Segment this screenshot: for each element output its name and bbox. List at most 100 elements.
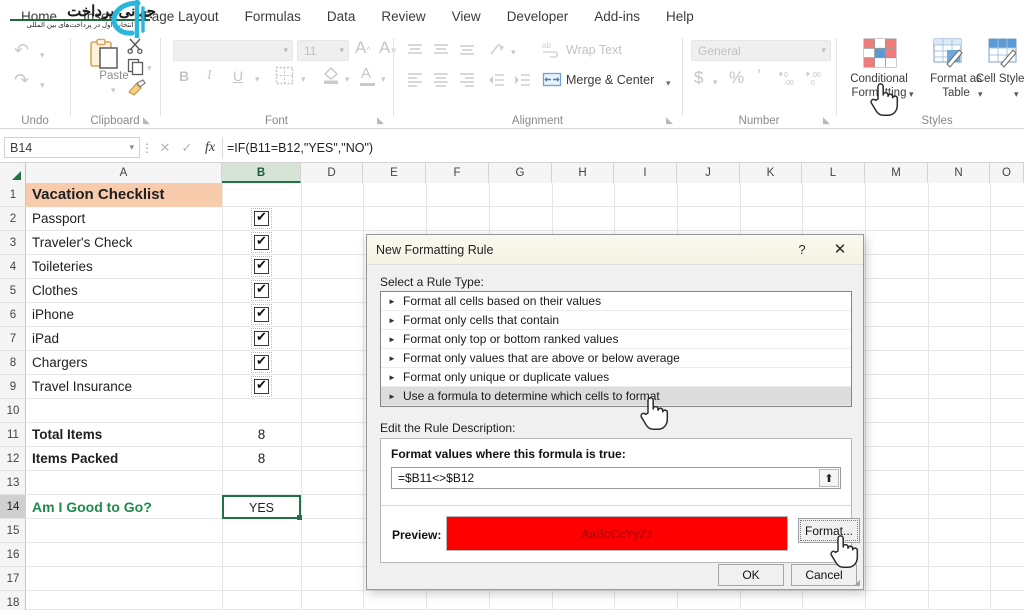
rule-formula-input[interactable] — [396, 468, 806, 488]
ribbon-tab-developer[interactable]: Developer — [494, 5, 582, 28]
currency-format-icon[interactable]: $ — [694, 68, 703, 88]
font-name-chevron-down-icon[interactable]: ▾ — [283, 45, 288, 56]
align-right-icon[interactable] — [458, 72, 476, 88]
row-header-12[interactable]: 12 — [0, 447, 26, 471]
align-left-icon[interactable] — [406, 72, 424, 88]
align-middle-icon[interactable] — [432, 42, 450, 58]
orientation-chevron-down-icon[interactable]: ▾ — [511, 47, 516, 58]
cell-a8[interactable]: Chargers — [32, 351, 222, 375]
decrease-indent-icon[interactable] — [488, 72, 506, 88]
column-header-g[interactable]: G — [489, 163, 552, 183]
column-header-n[interactable]: N — [928, 163, 990, 183]
rule-type-option-top-bottom-ranked[interactable]: Format only top or bottom ranked values — [381, 330, 851, 349]
row-header-16[interactable]: 16 — [0, 543, 26, 567]
fill-color-icon[interactable] — [321, 65, 341, 85]
cell-a3[interactable]: Traveler's Check — [32, 231, 222, 255]
grow-font-icon[interactable]: A^ — [355, 38, 371, 58]
redo-arrow-icon[interactable]: ↷ — [14, 70, 29, 91]
font-size-input[interactable]: 11 ▾ — [297, 40, 349, 61]
format-button[interactable]: Format... — [798, 518, 860, 543]
row-header-17[interactable]: 17 — [0, 567, 26, 591]
help-question-icon[interactable]: ? — [785, 235, 819, 265]
cell-a6[interactable]: iPhone — [32, 303, 222, 327]
conditional-formatting-chevron-down-icon[interactable]: ▾ — [909, 89, 914, 100]
undo-arrow-icon[interactable]: ↶ — [14, 40, 29, 61]
fill-color-chevron-down-icon[interactable]: ▾ — [345, 74, 350, 85]
font-color-chevron-down-icon[interactable]: ▾ — [381, 74, 386, 85]
underline-button[interactable]: U — [233, 68, 243, 84]
align-bottom-icon[interactable] — [458, 42, 476, 58]
ribbon-tab-help[interactable]: Help — [653, 5, 707, 28]
cell-a14[interactable]: Am I Good to Go? — [32, 495, 222, 519]
rule-type-option-use-a-formula[interactable]: Use a formula to determine which cells t… — [381, 387, 851, 406]
comma-format-icon[interactable]: ’ — [757, 66, 761, 86]
row-header-6[interactable]: 6 — [0, 303, 26, 327]
merge-center-label[interactable]: Merge & Center — [566, 73, 654, 87]
row-header-9[interactable]: 9 — [0, 375, 26, 399]
borders-chevron-down-icon[interactable]: ▾ — [301, 74, 306, 85]
checkbox-chargers[interactable] — [251, 352, 272, 373]
row-header-18[interactable]: 18 — [0, 591, 26, 610]
name-box[interactable]: B14 ▾ — [4, 137, 140, 158]
rule-type-option-above-below-average[interactable]: Format only values that are above or bel… — [381, 349, 851, 368]
row-header-8[interactable]: 8 — [0, 351, 26, 375]
cell-b11[interactable]: 8 — [222, 423, 301, 447]
undo-chevron-down-icon[interactable]: ▾ — [40, 50, 45, 61]
copy-icon[interactable] — [127, 58, 145, 76]
scissors-icon[interactable] — [127, 37, 144, 54]
rule-type-option-format-all-cells[interactable]: Format all cells based on their values — [381, 292, 851, 311]
ribbon-tab-review[interactable]: Review — [368, 5, 438, 28]
font-name-input[interactable]: ▾ — [173, 40, 293, 61]
ribbon-tab-home[interactable]: Home — [8, 5, 70, 28]
column-header-b[interactable]: B — [222, 163, 301, 183]
column-header-k[interactable]: K — [740, 163, 802, 183]
checkbox-ipad[interactable] — [251, 328, 272, 349]
format-as-table-chevron-down-icon[interactable]: ▾ — [978, 89, 983, 100]
align-top-icon[interactable] — [406, 42, 424, 58]
select-all-button[interactable] — [0, 163, 26, 183]
formula-input[interactable] — [223, 136, 1024, 159]
column-header-h[interactable]: H — [552, 163, 614, 183]
confirm-check-icon[interactable]: ✓ — [176, 140, 198, 156]
formula-bar-more-options-icon[interactable]: ⋮ — [140, 141, 154, 155]
cell-a1-title[interactable]: Vacation Checklist — [26, 183, 222, 207]
cell-a12[interactable]: Items Packed — [32, 447, 222, 471]
cell-a9[interactable]: Travel Insurance — [32, 375, 222, 399]
cell-a11[interactable]: Total Items — [32, 423, 222, 447]
column-header-f[interactable]: F — [426, 163, 489, 183]
increase-decimal-icon[interactable]: .00 0 — [805, 69, 827, 87]
column-header-d[interactable]: D — [301, 163, 363, 183]
cell-a5[interactable]: Clothes — [32, 279, 222, 303]
borders-icon[interactable] — [275, 66, 294, 85]
increase-indent-icon[interactable] — [514, 72, 532, 88]
row-header-13[interactable]: 13 — [0, 471, 26, 495]
row-header-10[interactable]: 10 — [0, 399, 26, 423]
row-header-1[interactable]: 1 — [0, 183, 26, 207]
active-cell-b14[interactable]: YES — [222, 495, 302, 520]
decrease-decimal-icon[interactable]: 0 .00 — [779, 69, 801, 87]
checkbox-clothes[interactable] — [251, 280, 272, 301]
ribbon-tab-formulas[interactable]: Formulas — [232, 5, 314, 28]
row-header-2[interactable]: 2 — [0, 207, 26, 231]
checkbox-passport[interactable] — [251, 208, 272, 229]
column-header-l[interactable]: L — [802, 163, 865, 183]
ribbon-tab-view[interactable]: View — [439, 5, 494, 28]
close-x-icon[interactable]: ✕ — [823, 235, 857, 265]
row-header-14[interactable]: 14 — [0, 495, 26, 519]
rule-type-option-only-cells-contain[interactable]: Format only cells that contain — [381, 311, 851, 330]
format-painter-icon[interactable] — [126, 79, 146, 97]
cell-a2[interactable]: Passport — [32, 207, 222, 231]
dialog-resize-grip[interactable]: ◢ — [854, 578, 860, 587]
cell-a4[interactable]: Toileteries — [32, 255, 222, 279]
row-header-4[interactable]: 4 — [0, 255, 26, 279]
font-dialog-launcher-icon[interactable]: ◣ — [377, 115, 384, 126]
ribbon-tab-data[interactable]: Data — [314, 5, 369, 28]
checkbox-iphone[interactable] — [251, 304, 272, 325]
checkbox-toileteries[interactable] — [251, 256, 272, 277]
rule-formula-field[interactable]: ⬆ — [391, 467, 841, 489]
column-header-i[interactable]: I — [614, 163, 677, 183]
column-header-j[interactable]: J — [677, 163, 740, 183]
number-format-select[interactable]: General ▾ — [691, 40, 831, 61]
column-header-e[interactable]: E — [363, 163, 426, 183]
cell-b12[interactable]: 8 — [222, 447, 301, 471]
